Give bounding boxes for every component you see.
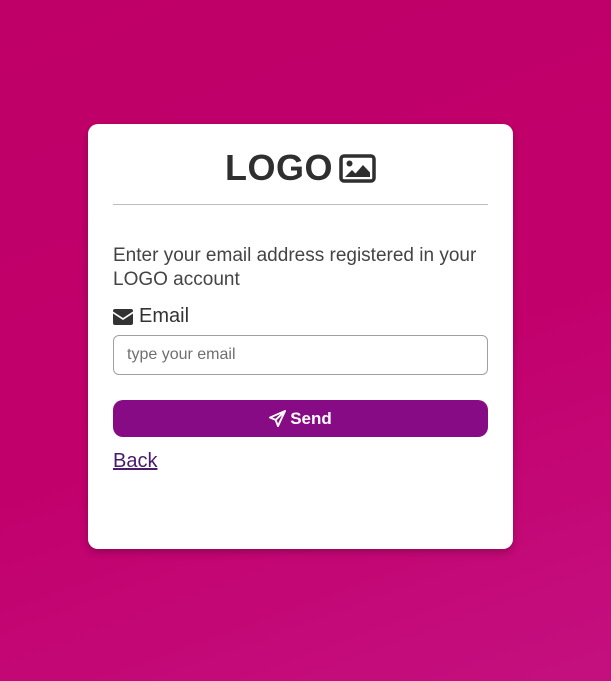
logo-text: LOGO <box>225 147 333 188</box>
logo-header: LOGO <box>113 124 488 205</box>
paper-plane-icon <box>269 410 287 427</box>
email-label-text: Email <box>139 305 190 327</box>
instructions-text: Enter your email address registered in y… <box>113 245 477 290</box>
email-field[interactable] <box>113 335 488 375</box>
email-label: Email <box>113 305 488 328</box>
send-button-label: Send <box>290 408 332 428</box>
send-button[interactable]: Send <box>113 400 488 437</box>
forgot-password-card: LOGO Enter your email address registered… <box>88 124 513 549</box>
back-link[interactable]: Back <box>113 450 157 473</box>
envelope-icon <box>113 308 133 325</box>
image-icon <box>339 153 376 183</box>
